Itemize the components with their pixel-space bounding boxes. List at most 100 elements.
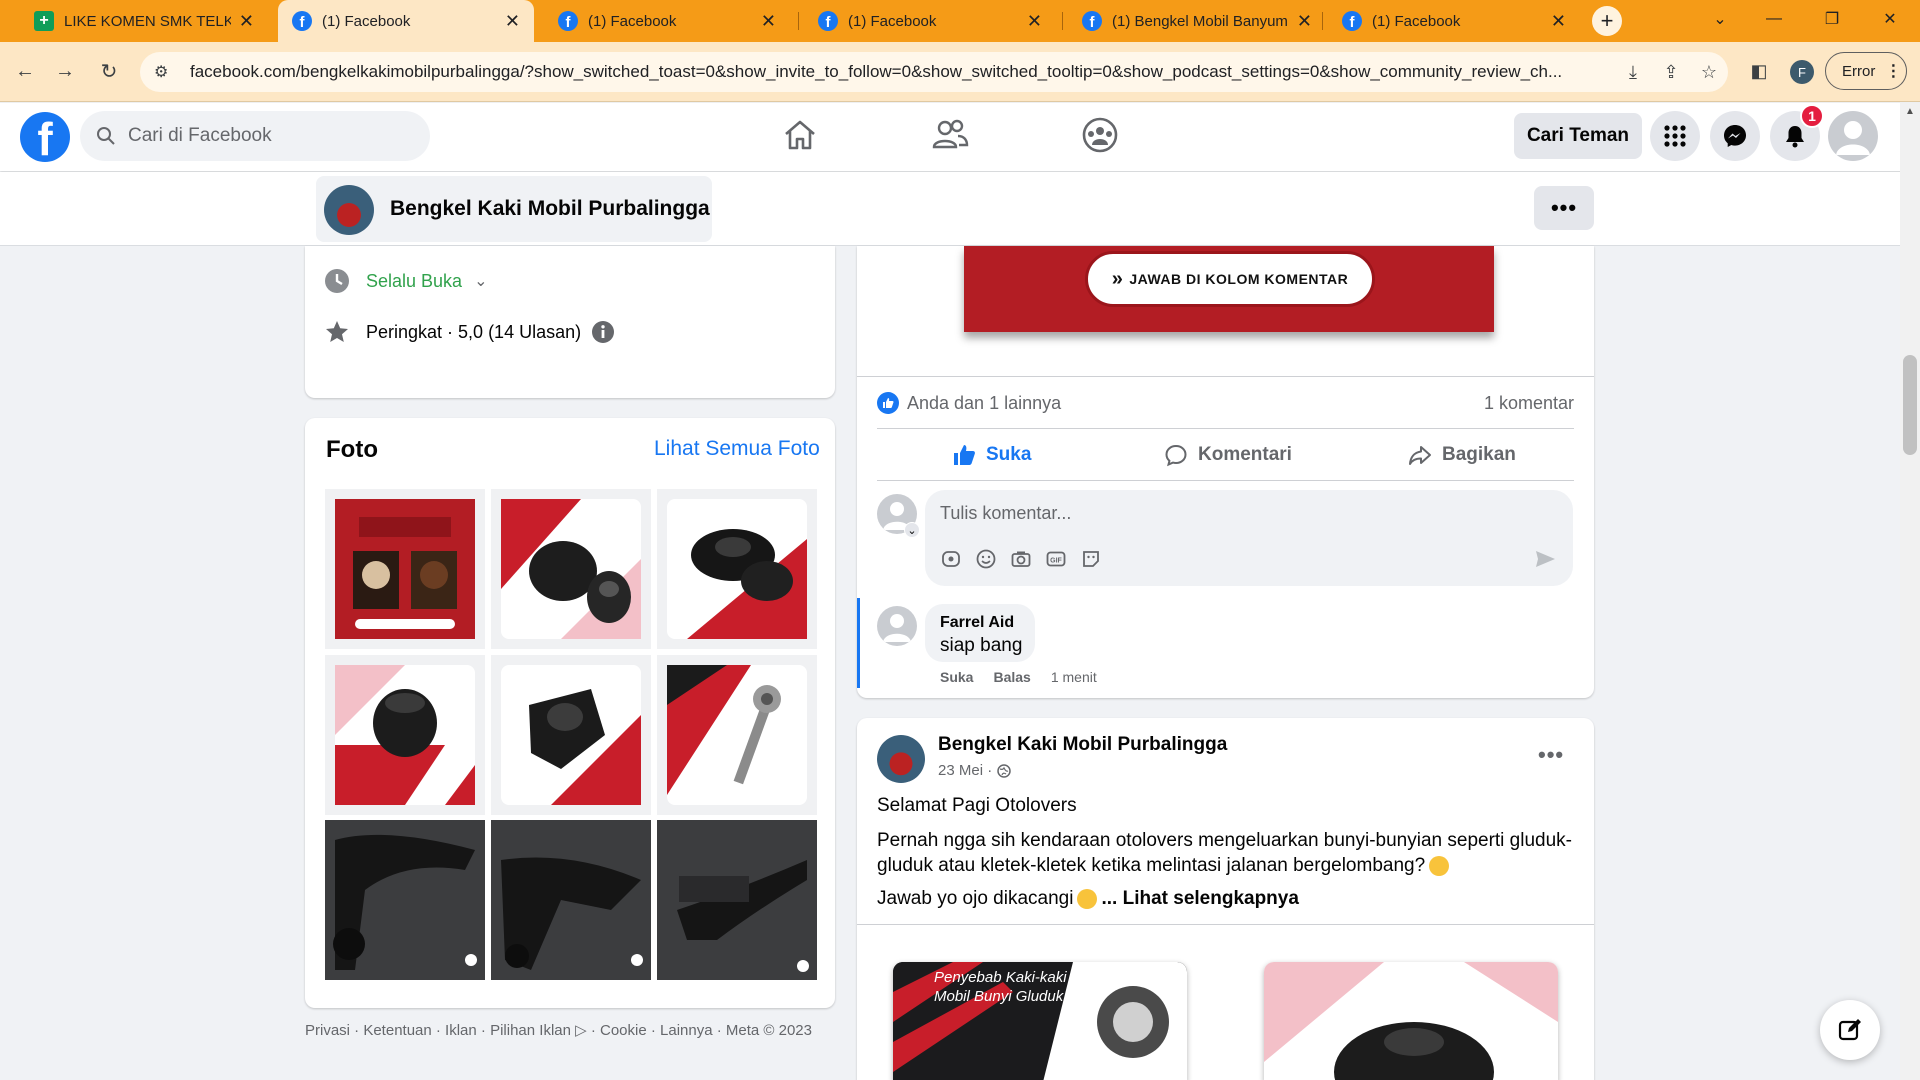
comment-reply-link[interactable]: Balas — [993, 669, 1030, 685]
comment-author[interactable]: Farrel Aid — [940, 614, 1014, 632]
send-icon[interactable] — [1534, 548, 1556, 570]
comment-button[interactable]: Komentari — [1164, 440, 1292, 470]
photo-thumbnail[interactable] — [657, 655, 817, 815]
facebook-search-input[interactable]: Cari di Facebook — [80, 111, 430, 161]
comment-time[interactable]: 1 menit — [1051, 669, 1097, 685]
back-arrow-icon[interactable]: ← — [10, 56, 40, 86]
post-author-name[interactable]: Bengkel Kaki Mobil Purbalingga — [938, 734, 1227, 756]
close-tab-icon[interactable]: ✕ — [1551, 11, 1566, 32]
post-author-avatar[interactable] — [877, 735, 925, 783]
tab-search-chevron-icon[interactable]: ⌄ — [1698, 0, 1742, 38]
close-tab-icon[interactable]: ✕ — [239, 11, 254, 32]
post-text-line: Selamat Pagi Otolovers — [877, 795, 1077, 816]
friends-icon[interactable] — [930, 115, 970, 155]
side-panel-icon[interactable]: ◧ — [1744, 56, 1774, 86]
comment-bubble-icon — [1165, 444, 1187, 467]
photo-control-arm-2 — [491, 820, 651, 980]
share-button[interactable]: Bagikan — [1408, 440, 1516, 470]
photo-thumbnail[interactable] — [491, 655, 651, 815]
browser-tab[interactable]: f (1) Facebook ✕ — [1328, 0, 1580, 42]
banner-callout: » JAWAB DI KOLOM KOMENTAR — [1085, 251, 1375, 307]
photo-thumbnail[interactable] — [325, 820, 485, 980]
page-sticky-bar — [0, 172, 1920, 246]
post-date[interactable]: 23 Mei · — [938, 762, 1011, 779]
new-tab-button[interactable]: + — [1592, 6, 1622, 36]
facebook-logo[interactable]: f — [20, 112, 70, 162]
address-bar[interactable]: ⚙ facebook.com/bengkelkakimobilpurbaling… — [140, 52, 1728, 92]
commenter-avatar[interactable] — [877, 606, 917, 646]
messenger-button[interactable] — [1710, 111, 1760, 161]
thumbs-up-icon — [954, 445, 975, 465]
photo-thumbnail[interactable] — [657, 820, 817, 980]
forward-arrow-icon[interactable]: → — [50, 56, 80, 86]
menu-grid-button[interactable] — [1650, 111, 1700, 161]
install-app-icon[interactable]: ⤓ — [1614, 62, 1652, 83]
post-options-icon[interactable]: ••• — [1538, 742, 1564, 768]
browser-tab[interactable]: f (1) Facebook ✕ — [544, 0, 790, 42]
page-scrollbar[interactable] — [1900, 103, 1920, 1080]
reload-icon[interactable]: ↻ — [94, 56, 124, 86]
new-message-button[interactable] — [1820, 1000, 1880, 1060]
emoji-icon[interactable] — [975, 548, 997, 570]
scroll-up-arrow-icon[interactable]: ▲ — [1905, 106, 1915, 117]
close-tab-icon[interactable]: ✕ — [505, 11, 520, 32]
photo-thumbnail[interactable] — [325, 655, 485, 815]
sticker-icon[interactable] — [1080, 548, 1102, 570]
photo-thumbnail[interactable] — [325, 489, 485, 649]
browser-tab[interactable]: f (1) Facebook ✕ — [804, 0, 1056, 42]
gif-icon[interactable]: GIF — [1045, 548, 1067, 570]
photo-thumbnail[interactable] — [491, 820, 651, 980]
tab-separator — [798, 12, 799, 30]
page-avatar[interactable] — [324, 185, 374, 235]
chevron-down-icon[interactable]: ⌄ — [904, 522, 920, 538]
plus-icon: + — [1600, 8, 1614, 33]
like-button[interactable]: Suka — [952, 440, 1031, 470]
sheets-icon: + — [34, 11, 54, 31]
scrollbar-thumb[interactable] — [1903, 355, 1917, 455]
post-media-image[interactable] — [1264, 962, 1558, 1080]
close-tab-icon[interactable]: ✕ — [761, 11, 776, 32]
comment-like-link[interactable]: Suka — [940, 669, 973, 685]
photo-arm-bushing — [335, 665, 475, 805]
see-more-link[interactable]: ... Lihat selengkapnya — [1101, 888, 1298, 909]
tab-separator — [1322, 12, 1323, 30]
user-avatar[interactable] — [1828, 111, 1878, 161]
facebook-icon: f — [292, 11, 312, 31]
bookmark-star-icon[interactable]: ☆ — [1690, 62, 1728, 83]
page-name[interactable]: Bengkel Kaki Mobil Purbalingga — [390, 197, 710, 221]
browser-tab[interactable]: f (1) Bengkel Mobil Banyum ✕ — [1068, 0, 1326, 42]
groups-icon[interactable] — [1080, 115, 1120, 155]
share-arrow-icon — [1409, 446, 1431, 465]
page-more-button[interactable]: ••• — [1534, 186, 1594, 230]
comment-count[interactable]: 1 komentar — [1484, 393, 1574, 414]
camera-icon[interactable] — [1010, 548, 1032, 570]
close-tab-icon[interactable]: ✕ — [1297, 11, 1312, 32]
browser-profile-avatar[interactable]: F — [1790, 60, 1814, 84]
find-friends-button[interactable]: Cari Teman — [1514, 113, 1642, 159]
photo-thumbnail[interactable] — [491, 489, 651, 649]
browser-tab-active[interactable]: f (1) Facebook ✕ — [278, 0, 534, 42]
clock-icon — [325, 269, 349, 293]
close-tab-icon[interactable]: ✕ — [1027, 11, 1042, 32]
close-window-icon[interactable]: ✕ — [1868, 0, 1912, 38]
reaction-summary[interactable]: Anda dan 1 lainnya 1 komentar — [877, 390, 1574, 416]
info-icon[interactable] — [591, 320, 615, 344]
hours-row[interactable]: Selalu Buka ⌄ — [324, 266, 487, 296]
photo-shock-absorber — [501, 499, 641, 639]
footer-links[interactable]: Privasi · Ketentuan · Iklan · Pilihan Ik… — [305, 1020, 835, 1041]
bell-icon — [1786, 126, 1804, 148]
see-all-photos-link[interactable]: Lihat Semua Foto — [654, 437, 820, 461]
minimize-icon[interactable]: — — [1752, 0, 1796, 38]
error-button[interactable]: Error ⋮ — [1825, 52, 1907, 90]
browser-tab[interactable]: + LIKE KOMEN SMK TELKOM ✕ — [20, 0, 268, 42]
restore-icon[interactable]: ❐ — [1810, 0, 1854, 38]
share-page-icon[interactable]: ⇪ — [1652, 62, 1690, 83]
photo-thumbnail[interactable] — [657, 489, 817, 649]
avatar-sticker-icon[interactable] — [940, 548, 962, 570]
site-settings-icon[interactable]: ⚙ — [154, 62, 174, 82]
divider — [877, 480, 1574, 481]
like-reaction-icon — [877, 392, 899, 414]
home-icon[interactable] — [780, 115, 820, 155]
compose-icon — [1838, 1019, 1861, 1041]
url-text[interactable]: facebook.com/bengkelkakimobilpurbalingga… — [190, 62, 1614, 82]
